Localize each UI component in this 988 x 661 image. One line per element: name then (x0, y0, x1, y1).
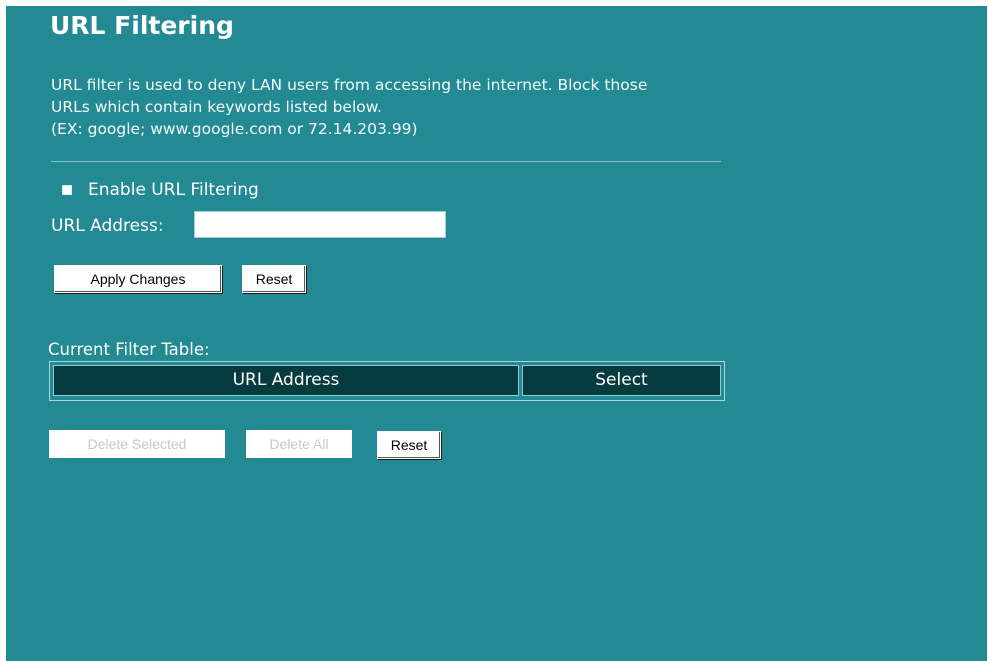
url-filtering-panel: URL Filtering URL filter is used to deny… (6, 6, 987, 661)
enable-url-filtering-label: Enable URL Filtering (88, 180, 259, 200)
description-line-2: URLs which contain keywords listed below… (51, 98, 382, 116)
description-line-3: (EX: google; www.google.com or 72.14.203… (51, 120, 418, 138)
apply-changes-button[interactable]: Apply Changes (54, 265, 222, 293)
filter-table: URL Address Select (49, 361, 725, 401)
reset-form-button[interactable]: Reset (242, 265, 306, 293)
current-filter-table-label: Current Filter Table: (48, 340, 210, 359)
page-title: URL Filtering (50, 11, 234, 40)
reset-table-button[interactable]: Reset (377, 431, 441, 459)
delete-all-button[interactable]: Delete All (246, 430, 352, 458)
url-address-label: URL Address: (51, 216, 164, 236)
url-address-input[interactable] (194, 211, 446, 238)
enable-url-filtering-checkbox[interactable] (62, 185, 72, 195)
column-header-select: Select (522, 365, 721, 396)
enable-url-filtering-row: Enable URL Filtering (62, 178, 259, 202)
page-description: URL filter is used to deny LAN users fro… (51, 74, 647, 140)
column-header-url-address: URL Address (53, 365, 519, 396)
description-line-1: URL filter is used to deny LAN users fro… (51, 76, 648, 94)
delete-selected-button[interactable]: Delete Selected (49, 430, 225, 458)
divider (51, 161, 721, 162)
